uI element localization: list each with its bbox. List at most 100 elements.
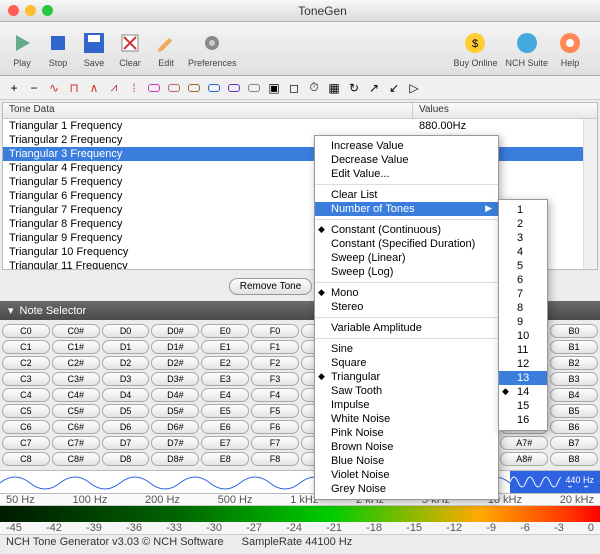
col-header-name[interactable]: Tone Data <box>3 103 413 118</box>
menu-item[interactable]: Grey Noise <box>315 482 498 496</box>
submenu-item[interactable]: 4 <box>499 245 547 259</box>
note-button[interactable]: C6 <box>2 420 50 434</box>
menu-item[interactable]: Edit Value... <box>315 167 498 181</box>
submenu-item[interactable]: 8 <box>499 301 547 315</box>
menu-item[interactable]: Variable Amplitude <box>315 321 498 335</box>
submenu-item[interactable]: 7 <box>499 287 547 301</box>
note-button[interactable]: D6 <box>102 420 150 434</box>
minimize-button[interactable] <box>25 5 36 16</box>
submenu-item[interactable]: 9 <box>499 315 547 329</box>
note-button[interactable]: D1# <box>151 340 199 354</box>
triangle-wave-icon[interactable]: ∧ <box>86 81 102 95</box>
menu-item[interactable]: Number of Tones▶ <box>315 202 498 216</box>
note-button[interactable]: B6 <box>550 420 598 434</box>
impulse-icon[interactable]: ⁞ <box>126 81 142 95</box>
note-button[interactable]: D0# <box>151 324 199 338</box>
note-button[interactable]: E8 <box>201 452 249 466</box>
menu-item[interactable]: Blue Noise <box>315 454 498 468</box>
menu-item[interactable]: Constant (Specified Duration) <box>315 237 498 251</box>
menu-item[interactable]: Impulse <box>315 398 498 412</box>
noise5-icon[interactable] <box>226 81 242 95</box>
menu-item[interactable]: Brown Noise <box>315 440 498 454</box>
note-button[interactable]: C3# <box>52 372 100 386</box>
note-button[interactable]: C7 <box>2 436 50 450</box>
note-button[interactable]: B8 <box>550 452 598 466</box>
note-button[interactable]: F8 <box>251 452 299 466</box>
note-button[interactable]: D0 <box>102 324 150 338</box>
maximize-button[interactable] <box>42 5 53 16</box>
menu-item[interactable]: Increase Value <box>315 139 498 153</box>
play-button[interactable]: Play <box>8 29 36 68</box>
menu-item[interactable]: Sweep (Log) <box>315 265 498 279</box>
submenu-item[interactable]: 2 <box>499 217 547 231</box>
note-button[interactable]: D8# <box>151 452 199 466</box>
submenu-item[interactable]: 3 <box>499 231 547 245</box>
note-button[interactable]: A8# <box>500 452 548 466</box>
note-button[interactable]: C2# <box>52 356 100 370</box>
note-button[interactable]: C2 <box>2 356 50 370</box>
note-button[interactable]: D3# <box>151 372 199 386</box>
menu-item[interactable]: Pink Noise <box>315 426 498 440</box>
note-button[interactable]: C1# <box>52 340 100 354</box>
submenu-item[interactable]: 14◆ <box>499 385 547 399</box>
note-button[interactable]: B5 <box>550 404 598 418</box>
menu-item[interactable]: Triangular◆ <box>315 370 498 384</box>
minus-icon[interactable]: − <box>26 81 42 95</box>
note-button[interactable]: B2 <box>550 356 598 370</box>
submenu-item[interactable]: 10 <box>499 329 547 343</box>
menu-item[interactable]: Square <box>315 356 498 370</box>
submenu-item[interactable]: 13 <box>499 371 547 385</box>
note-button[interactable]: C4 <box>2 388 50 402</box>
table-row[interactable]: Triangular 1 Frequency880.00Hz <box>3 119 597 133</box>
note-button[interactable]: C5 <box>2 404 50 418</box>
menu-item[interactable]: Clear List <box>315 188 498 202</box>
note-button[interactable]: D1 <box>102 340 150 354</box>
noise3-icon[interactable] <box>186 81 202 95</box>
note-button[interactable]: B7 <box>550 436 598 450</box>
menu-item[interactable]: Constant (Continuous)◆ <box>315 223 498 237</box>
table-row[interactable]: Triangular 4 Frequency <box>3 161 597 175</box>
note-button[interactable]: D2# <box>151 356 199 370</box>
crop2-icon[interactable]: ◻ <box>286 81 302 95</box>
note-button[interactable]: F1 <box>251 340 299 354</box>
note-button[interactable]: E0 <box>201 324 249 338</box>
menu-item[interactable]: White Noise <box>315 412 498 426</box>
flag-icon[interactable]: ▷ <box>406 81 422 95</box>
note-button[interactable]: C0# <box>52 324 100 338</box>
stop-button[interactable]: Stop <box>44 29 72 68</box>
crop-icon[interactable]: ▣ <box>266 81 282 95</box>
grid-icon[interactable]: ▦ <box>326 81 342 95</box>
note-button[interactable]: D7# <box>151 436 199 450</box>
note-button[interactable]: C6# <box>52 420 100 434</box>
note-button[interactable]: C0 <box>2 324 50 338</box>
note-button[interactable]: C5# <box>52 404 100 418</box>
help-button[interactable]: Help <box>556 29 584 68</box>
remove-tone-button[interactable]: Remove Tone <box>229 278 313 295</box>
note-button[interactable]: B3 <box>550 372 598 386</box>
submenu-item[interactable]: 16 <box>499 413 547 427</box>
table-row[interactable]: Triangular 5 Frequency <box>3 175 597 189</box>
submenu-item[interactable]: 11 <box>499 343 547 357</box>
graph2-icon[interactable]: ↙ <box>386 81 402 95</box>
close-button[interactable] <box>8 5 19 16</box>
edit-button[interactable]: Edit <box>152 29 180 68</box>
submenu-item[interactable]: 15 <box>499 399 547 413</box>
preferences-button[interactable]: Preferences <box>188 29 237 68</box>
note-button[interactable]: D3 <box>102 372 150 386</box>
note-button[interactable]: D7 <box>102 436 150 450</box>
menu-item[interactable]: Sine <box>315 342 498 356</box>
sine-icon[interactable]: ∿ <box>46 81 62 95</box>
note-button[interactable]: C1 <box>2 340 50 354</box>
saw-wave-icon[interactable]: ⩘ <box>106 81 122 95</box>
note-button[interactable]: E2 <box>201 356 249 370</box>
menu-item[interactable]: Stereo <box>315 300 498 314</box>
note-button[interactable]: E7 <box>201 436 249 450</box>
note-button[interactable]: B4 <box>550 388 598 402</box>
menu-item[interactable]: Sweep (Linear) <box>315 251 498 265</box>
note-button[interactable]: B1 <box>550 340 598 354</box>
note-button[interactable]: D4# <box>151 388 199 402</box>
note-button[interactable]: E4 <box>201 388 249 402</box>
note-button[interactable]: D5 <box>102 404 150 418</box>
note-button[interactable]: E3 <box>201 372 249 386</box>
note-button[interactable]: D2 <box>102 356 150 370</box>
